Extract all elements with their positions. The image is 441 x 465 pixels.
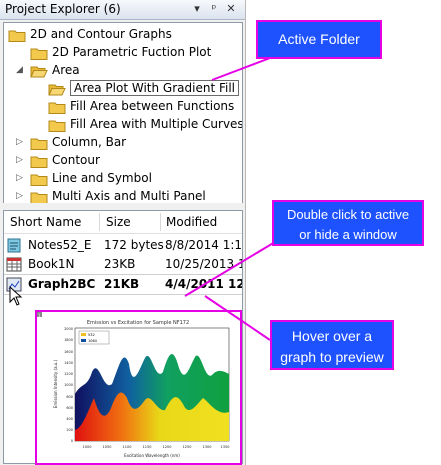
tree-item-label: Area xyxy=(52,63,80,77)
mouse-cursor-icon xyxy=(9,286,23,306)
table-row[interactable]: Notes52_E 172 bytes 8/8/2014 1:12 xyxy=(4,236,242,255)
column-header-short-name[interactable]: Short Name xyxy=(10,215,81,229)
expand-icon[interactable]: ▷ xyxy=(15,153,24,167)
table-row-hovered[interactable]: Graph2BC 21KB 4/4/2011 12: xyxy=(4,274,242,295)
y-tick-label: 0 xyxy=(71,439,73,443)
x-tick-label: 1150 xyxy=(143,445,152,449)
folder-icon xyxy=(30,48,48,60)
tree-item-area[interactable]: Area xyxy=(30,60,80,80)
legend-item: 532 xyxy=(88,333,95,337)
row-modified: 10/25/2013 11 xyxy=(165,257,242,271)
column-divider[interactable] xyxy=(99,213,100,231)
y-tick-label: 800 xyxy=(66,395,73,399)
y-tick-label: 400 xyxy=(66,417,73,421)
tree-item-parametric[interactable]: 2D Parametric Fuction Plot xyxy=(30,42,211,62)
legend-item: 1064 xyxy=(88,339,98,343)
callout-text: Double click to active xyxy=(286,207,410,222)
y-tick-label: 2000 xyxy=(64,327,73,331)
tree-item-label: 2D Parametric Fuction Plot xyxy=(52,45,212,59)
table-row[interactable]: Book1N 23KB 10/25/2013 11 xyxy=(4,255,242,274)
callout-text: Hover over a xyxy=(291,328,373,344)
y-tick-label: 1800 xyxy=(64,338,73,342)
x-tick-label: 1200 xyxy=(163,445,172,449)
folder-icon xyxy=(30,138,48,150)
y-tick-label: 200 xyxy=(66,428,73,432)
folder-tree[interactable]: 2D and Contour Graphs 2D Parametric Fuct… xyxy=(3,22,243,205)
list-header: Short Name Size Modified xyxy=(4,211,242,234)
callout-active-folder: Active Folder xyxy=(256,20,382,59)
row-size: 21KB xyxy=(104,277,140,291)
column-divider[interactable] xyxy=(160,213,161,231)
tree-item-label: Fill Area with Multiple Curves xyxy=(70,117,243,131)
tree-item-label: Area Plot With Gradient Fill xyxy=(70,80,239,96)
tree-item-fill-multiple[interactable]: Fill Area with Multiple Curves xyxy=(48,114,243,134)
row-modified: 4/4/2011 12: xyxy=(165,277,243,291)
tree-item-area-gradient[interactable]: Area Plot With Gradient Fill xyxy=(48,78,239,98)
callout-text: Active Folder xyxy=(278,31,360,47)
close-icon[interactable]: ✕ xyxy=(224,2,238,16)
row-name: Graph2BC xyxy=(28,277,96,291)
splitter[interactable] xyxy=(0,203,245,210)
dropdown-icon[interactable]: ▾ xyxy=(190,2,204,16)
column-header-modified[interactable]: Modified xyxy=(166,215,217,229)
row-modified: 8/8/2014 1:12 xyxy=(165,238,243,252)
tree-root[interactable]: 2D and Contour Graphs xyxy=(8,24,172,44)
expand-icon[interactable]: ▷ xyxy=(15,171,24,185)
collapse-icon[interactable]: ◢ xyxy=(15,63,24,77)
tree-item-column-bar[interactable]: Column, Bar xyxy=(30,132,126,152)
folder-icon xyxy=(48,120,66,132)
tree-item-label: Line and Symbol xyxy=(52,171,152,185)
tree-item-line-symbol[interactable]: Line and Symbol xyxy=(30,168,152,188)
folder-icon xyxy=(48,102,66,114)
folder-icon xyxy=(30,174,48,186)
y-tick-label: 1000 xyxy=(64,383,73,387)
workbook-icon xyxy=(6,257,22,272)
panel-title: Project Explorer (6) xyxy=(5,2,121,16)
x-tick-label: 1250 xyxy=(183,445,192,449)
row-name: Notes52_E xyxy=(28,238,92,252)
tree-item-label: Fill Area between Functions xyxy=(70,99,235,113)
folder-open-icon xyxy=(48,84,66,95)
tree-item-contour[interactable]: Contour xyxy=(30,150,100,170)
callout-text: graph to preview xyxy=(280,349,384,365)
folder-open-icon xyxy=(30,66,48,77)
y-tick-label: 1600 xyxy=(64,350,73,354)
tree-item-fill-between[interactable]: Fill Area between Functions xyxy=(48,96,234,116)
folder-icon xyxy=(30,156,48,168)
x-tick-label: 1000 xyxy=(83,445,92,449)
expand-icon[interactable]: ▷ xyxy=(15,135,24,149)
folder-icon xyxy=(30,192,48,204)
x-axis-label: Excitation Wavelength (nm) xyxy=(124,453,180,458)
tree-item-label: Contour xyxy=(52,153,100,167)
x-tick-label: 1350 xyxy=(221,445,230,449)
column-header-size[interactable]: Size xyxy=(106,215,131,229)
row-name: Book1N xyxy=(28,257,75,271)
preview-chart: 1 Emission vs Excitation for Sample NF17… xyxy=(37,312,230,458)
row-size: 23KB xyxy=(104,257,136,271)
callout-hover: Hover over a graph to preview xyxy=(270,320,394,370)
y-tick-label: 1400 xyxy=(64,361,73,365)
x-tick-label: 1300 xyxy=(203,445,212,449)
panel-titlebar: Project Explorer (6) ▾ ᵖ ✕ xyxy=(0,0,245,20)
preview-chart-title: Emission vs Excitation for Sample NF172 xyxy=(87,320,189,326)
pin-icon[interactable]: ᵖ xyxy=(207,2,221,16)
folder-icon xyxy=(8,30,26,42)
y-tick-label: 1200 xyxy=(64,372,73,376)
y-axis-label: Emission Intensity (a.u.) xyxy=(53,359,58,408)
row-size: 172 bytes xyxy=(104,238,164,252)
x-tick-label: 1050 xyxy=(103,445,112,449)
tree-item-label: Multi Axis and Multi Panel xyxy=(52,189,206,203)
notes-icon xyxy=(7,238,21,253)
tree-root-label: 2D and Contour Graphs xyxy=(30,27,172,41)
expand-icon[interactable]: ▷ xyxy=(15,189,24,203)
callout-text: or hide a window xyxy=(299,227,397,242)
callout-double-click: Double click to active or hide a window xyxy=(272,200,424,246)
y-tick-label: 600 xyxy=(66,406,73,410)
tree-item-label: Column, Bar xyxy=(52,135,127,149)
x-tick-label: 1100 xyxy=(123,445,132,449)
graph-preview: 1 Emission vs Excitation for Sample NF17… xyxy=(35,310,242,465)
